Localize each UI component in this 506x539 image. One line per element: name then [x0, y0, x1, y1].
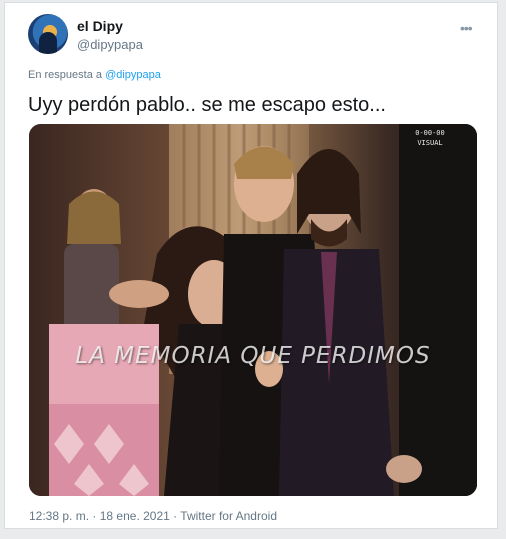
reply-mention-link[interactable]: @dipypapa: [105, 69, 161, 81]
tweet-text: Uyy perdón pablo.. se me escapo esto...: [28, 94, 386, 116]
meta-separator: ·: [92, 509, 97, 523]
avatar[interactable]: [28, 14, 68, 54]
tweet-media-image[interactable]: 0-00-00 VISUAL LA MEMORIA QUE PERDIMOS: [29, 124, 477, 496]
avatar-figure: [39, 32, 57, 54]
tweet-meta: 12:38 p. m. · 18 ene. 2021 · Twitter for…: [29, 509, 277, 523]
media-overlay-caption: LA MEMORIA QUE PERDIMOS: [75, 343, 431, 369]
corner-text-line-2: VISUAL: [417, 139, 443, 147]
photo-illustration: [29, 124, 477, 496]
author-name[interactable]: el Dipy: [77, 18, 123, 34]
tweet-time[interactable]: 12:38 p. m.: [29, 509, 89, 523]
tweet-date[interactable]: 18 ene. 2021: [100, 509, 170, 523]
more-options-icon[interactable]: •••: [460, 20, 473, 36]
meta-separator-2: ·: [173, 509, 178, 523]
corner-text-line-1: 0-00-00: [415, 129, 445, 137]
media-corner-sign: 0-00-00 VISUAL: [407, 128, 453, 148]
tweet-card: el Dipy @dipypapa ••• En respuesta a @di…: [4, 2, 498, 529]
reply-prefix: En respuesta a: [28, 69, 102, 81]
author-handle[interactable]: @dipypapa: [77, 37, 143, 52]
reply-context: En respuesta a @dipypapa: [28, 69, 161, 81]
tweet-source: Twitter for Android: [180, 509, 277, 523]
